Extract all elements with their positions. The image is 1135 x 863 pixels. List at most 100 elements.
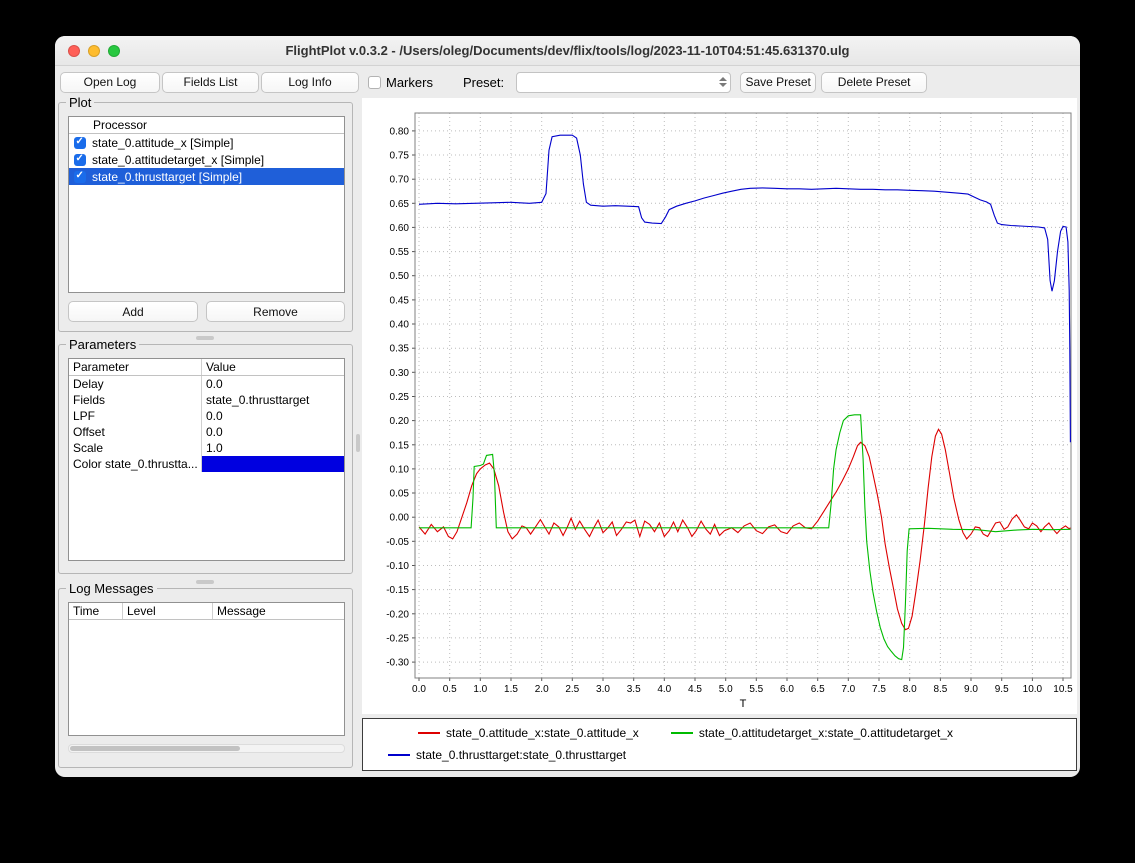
svg-text:4.0: 4.0 bbox=[657, 684, 671, 695]
legend-row: state_0.thrusttarget:state_0.thrusttarge… bbox=[388, 748, 626, 762]
chart-panel[interactable]: 0.00.51.01.52.02.53.03.54.04.55.05.56.06… bbox=[362, 98, 1077, 714]
window-title: FlightPlot v.0.3.2 - /Users/oleg/Documen… bbox=[285, 43, 849, 58]
svg-text:0.00: 0.00 bbox=[390, 513, 410, 524]
vertical-splitter-handle[interactable] bbox=[356, 434, 360, 452]
zoom-button[interactable] bbox=[108, 45, 120, 57]
checkbox-checked-icon[interactable] bbox=[74, 137, 86, 149]
chart-legend: state_0.attitude_x:state_0.attitude_x st… bbox=[362, 718, 1077, 771]
parameters-table-header: Parameter Value bbox=[69, 359, 344, 376]
svg-text:0.80: 0.80 bbox=[390, 126, 410, 137]
open-log-button[interactable]: Open Log bbox=[60, 72, 160, 93]
parameter-row: Scale 1.0 bbox=[69, 440, 344, 456]
left-panel: Plot Processor state_0.attitude_x [Simpl… bbox=[58, 98, 355, 774]
parameter-row: Fields state_0.thrusttarget bbox=[69, 392, 344, 408]
svg-text:5.5: 5.5 bbox=[749, 684, 763, 695]
app-window: FlightPlot v.0.3.2 - /Users/oleg/Documen… bbox=[55, 36, 1080, 777]
delete-preset-button[interactable]: Delete Preset bbox=[821, 72, 927, 93]
parameter-value[interactable]: 1.0 bbox=[202, 440, 344, 456]
svg-text:0.45: 0.45 bbox=[390, 295, 410, 306]
parameter-row: Delay 0.0 bbox=[69, 376, 344, 392]
horizontal-scrollbar-thumb[interactable] bbox=[70, 746, 240, 751]
parameter-value[interactable]: 0.0 bbox=[202, 376, 344, 392]
plot-series-row[interactable]: state_0.attitude_x [Simple] bbox=[69, 134, 344, 151]
svg-text:1.0: 1.0 bbox=[473, 684, 487, 695]
svg-text:6.0: 6.0 bbox=[780, 684, 794, 695]
parameters-group: Parameters Parameter Value Delay 0.0 Fie… bbox=[58, 344, 353, 574]
minimize-button[interactable] bbox=[88, 45, 100, 57]
markers-label: Markers bbox=[386, 75, 433, 90]
svg-text:0.15: 0.15 bbox=[390, 440, 410, 451]
remove-button[interactable]: Remove bbox=[206, 301, 345, 322]
legend-item: state_0.thrusttarget:state_0.thrusttarge… bbox=[388, 748, 626, 762]
parameter-column-header: Parameter bbox=[69, 359, 202, 375]
parameter-name: Offset bbox=[69, 424, 202, 440]
parameter-value[interactable]: 0.0 bbox=[202, 408, 344, 424]
svg-text:7.0: 7.0 bbox=[841, 684, 855, 695]
svg-text:0.40: 0.40 bbox=[390, 320, 410, 331]
svg-text:1.5: 1.5 bbox=[504, 684, 518, 695]
markers-checkbox[interactable] bbox=[368, 76, 381, 89]
svg-text:0.75: 0.75 bbox=[390, 151, 410, 162]
svg-text:9.0: 9.0 bbox=[964, 684, 978, 695]
message-column-header: Message bbox=[213, 603, 344, 619]
svg-text:-0.15: -0.15 bbox=[386, 585, 409, 596]
flight-plot-chart[interactable]: 0.00.51.01.52.02.53.03.54.04.55.05.56.06… bbox=[362, 98, 1077, 714]
parameter-name: Delay bbox=[69, 376, 202, 392]
parameter-value[interactable]: state_0.thrusttarget bbox=[202, 392, 344, 408]
vertical-splitter[interactable] bbox=[355, 98, 362, 774]
fields-list-button[interactable]: Fields List bbox=[162, 72, 259, 93]
checkbox-checked-icon[interactable] bbox=[74, 154, 86, 166]
svg-text:0.10: 0.10 bbox=[390, 464, 410, 475]
log-messages-table: Time Level Message bbox=[68, 602, 345, 736]
plot-group: Plot Processor state_0.attitude_x [Simpl… bbox=[58, 102, 353, 332]
svg-text:0.50: 0.50 bbox=[390, 271, 410, 282]
svg-text:-0.20: -0.20 bbox=[386, 609, 409, 620]
svg-text:0.65: 0.65 bbox=[390, 199, 410, 210]
svg-text:8.0: 8.0 bbox=[903, 684, 917, 695]
svg-text:3.5: 3.5 bbox=[627, 684, 641, 695]
legend-line-marker-green bbox=[671, 732, 693, 734]
splitter-handle[interactable] bbox=[196, 580, 214, 584]
svg-text:3.0: 3.0 bbox=[596, 684, 610, 695]
svg-text:-0.10: -0.10 bbox=[386, 561, 409, 572]
parameter-name: Scale bbox=[69, 440, 202, 456]
svg-text:0.25: 0.25 bbox=[390, 392, 410, 403]
color-swatch[interactable] bbox=[202, 456, 344, 472]
plot-series-row-selected[interactable]: state_0.thrusttarget [Simple] bbox=[69, 168, 344, 185]
parameters-table: Parameter Value Delay 0.0 Fields state_0… bbox=[68, 358, 345, 561]
save-preset-button[interactable]: Save Preset bbox=[740, 72, 816, 93]
add-button[interactable]: Add bbox=[68, 301, 198, 322]
plot-series-label: state_0.attitude_x [Simple] bbox=[92, 136, 233, 150]
preset-combobox[interactable] bbox=[516, 72, 731, 93]
log-info-button[interactable]: Log Info bbox=[261, 72, 359, 93]
legend-line-marker-blue bbox=[388, 754, 410, 756]
svg-text:10.5: 10.5 bbox=[1053, 684, 1073, 695]
log-messages-table-header: Time Level Message bbox=[69, 603, 344, 620]
parameter-name: Fields bbox=[69, 392, 202, 408]
checkbox-checked-icon[interactable] bbox=[74, 171, 86, 183]
svg-text:0.5: 0.5 bbox=[443, 684, 457, 695]
parameter-value[interactable]: 0.0 bbox=[202, 424, 344, 440]
parameter-row: Offset 0.0 bbox=[69, 424, 344, 440]
splitter-handle[interactable] bbox=[196, 336, 214, 340]
horizontal-scrollbar[interactable] bbox=[68, 744, 345, 753]
parameters-group-title: Parameters bbox=[66, 337, 139, 352]
value-column-header: Value bbox=[202, 359, 344, 375]
plot-table-header: Processor bbox=[69, 117, 344, 134]
plot-group-title: Plot bbox=[66, 95, 94, 110]
legend-label: state_0.attitudetarget_x:state_0.attitud… bbox=[699, 726, 953, 740]
svg-text:0.60: 0.60 bbox=[390, 223, 410, 234]
close-button[interactable] bbox=[68, 45, 80, 57]
title-bar: FlightPlot v.0.3.2 - /Users/oleg/Documen… bbox=[55, 36, 1080, 66]
svg-text:2.0: 2.0 bbox=[535, 684, 549, 695]
svg-text:0.30: 0.30 bbox=[390, 368, 410, 379]
plot-series-row[interactable]: state_0.attitudetarget_x [Simple] bbox=[69, 151, 344, 168]
svg-text:0.70: 0.70 bbox=[390, 175, 410, 186]
markers-checkbox-group: Markers bbox=[368, 75, 433, 90]
parameter-row: LPF 0.0 bbox=[69, 408, 344, 424]
legend-item: state_0.attitudetarget_x:state_0.attitud… bbox=[671, 726, 953, 740]
svg-text:4.5: 4.5 bbox=[688, 684, 702, 695]
svg-text:5.0: 5.0 bbox=[719, 684, 733, 695]
traffic-lights bbox=[68, 45, 120, 57]
svg-text:-0.25: -0.25 bbox=[386, 633, 409, 644]
